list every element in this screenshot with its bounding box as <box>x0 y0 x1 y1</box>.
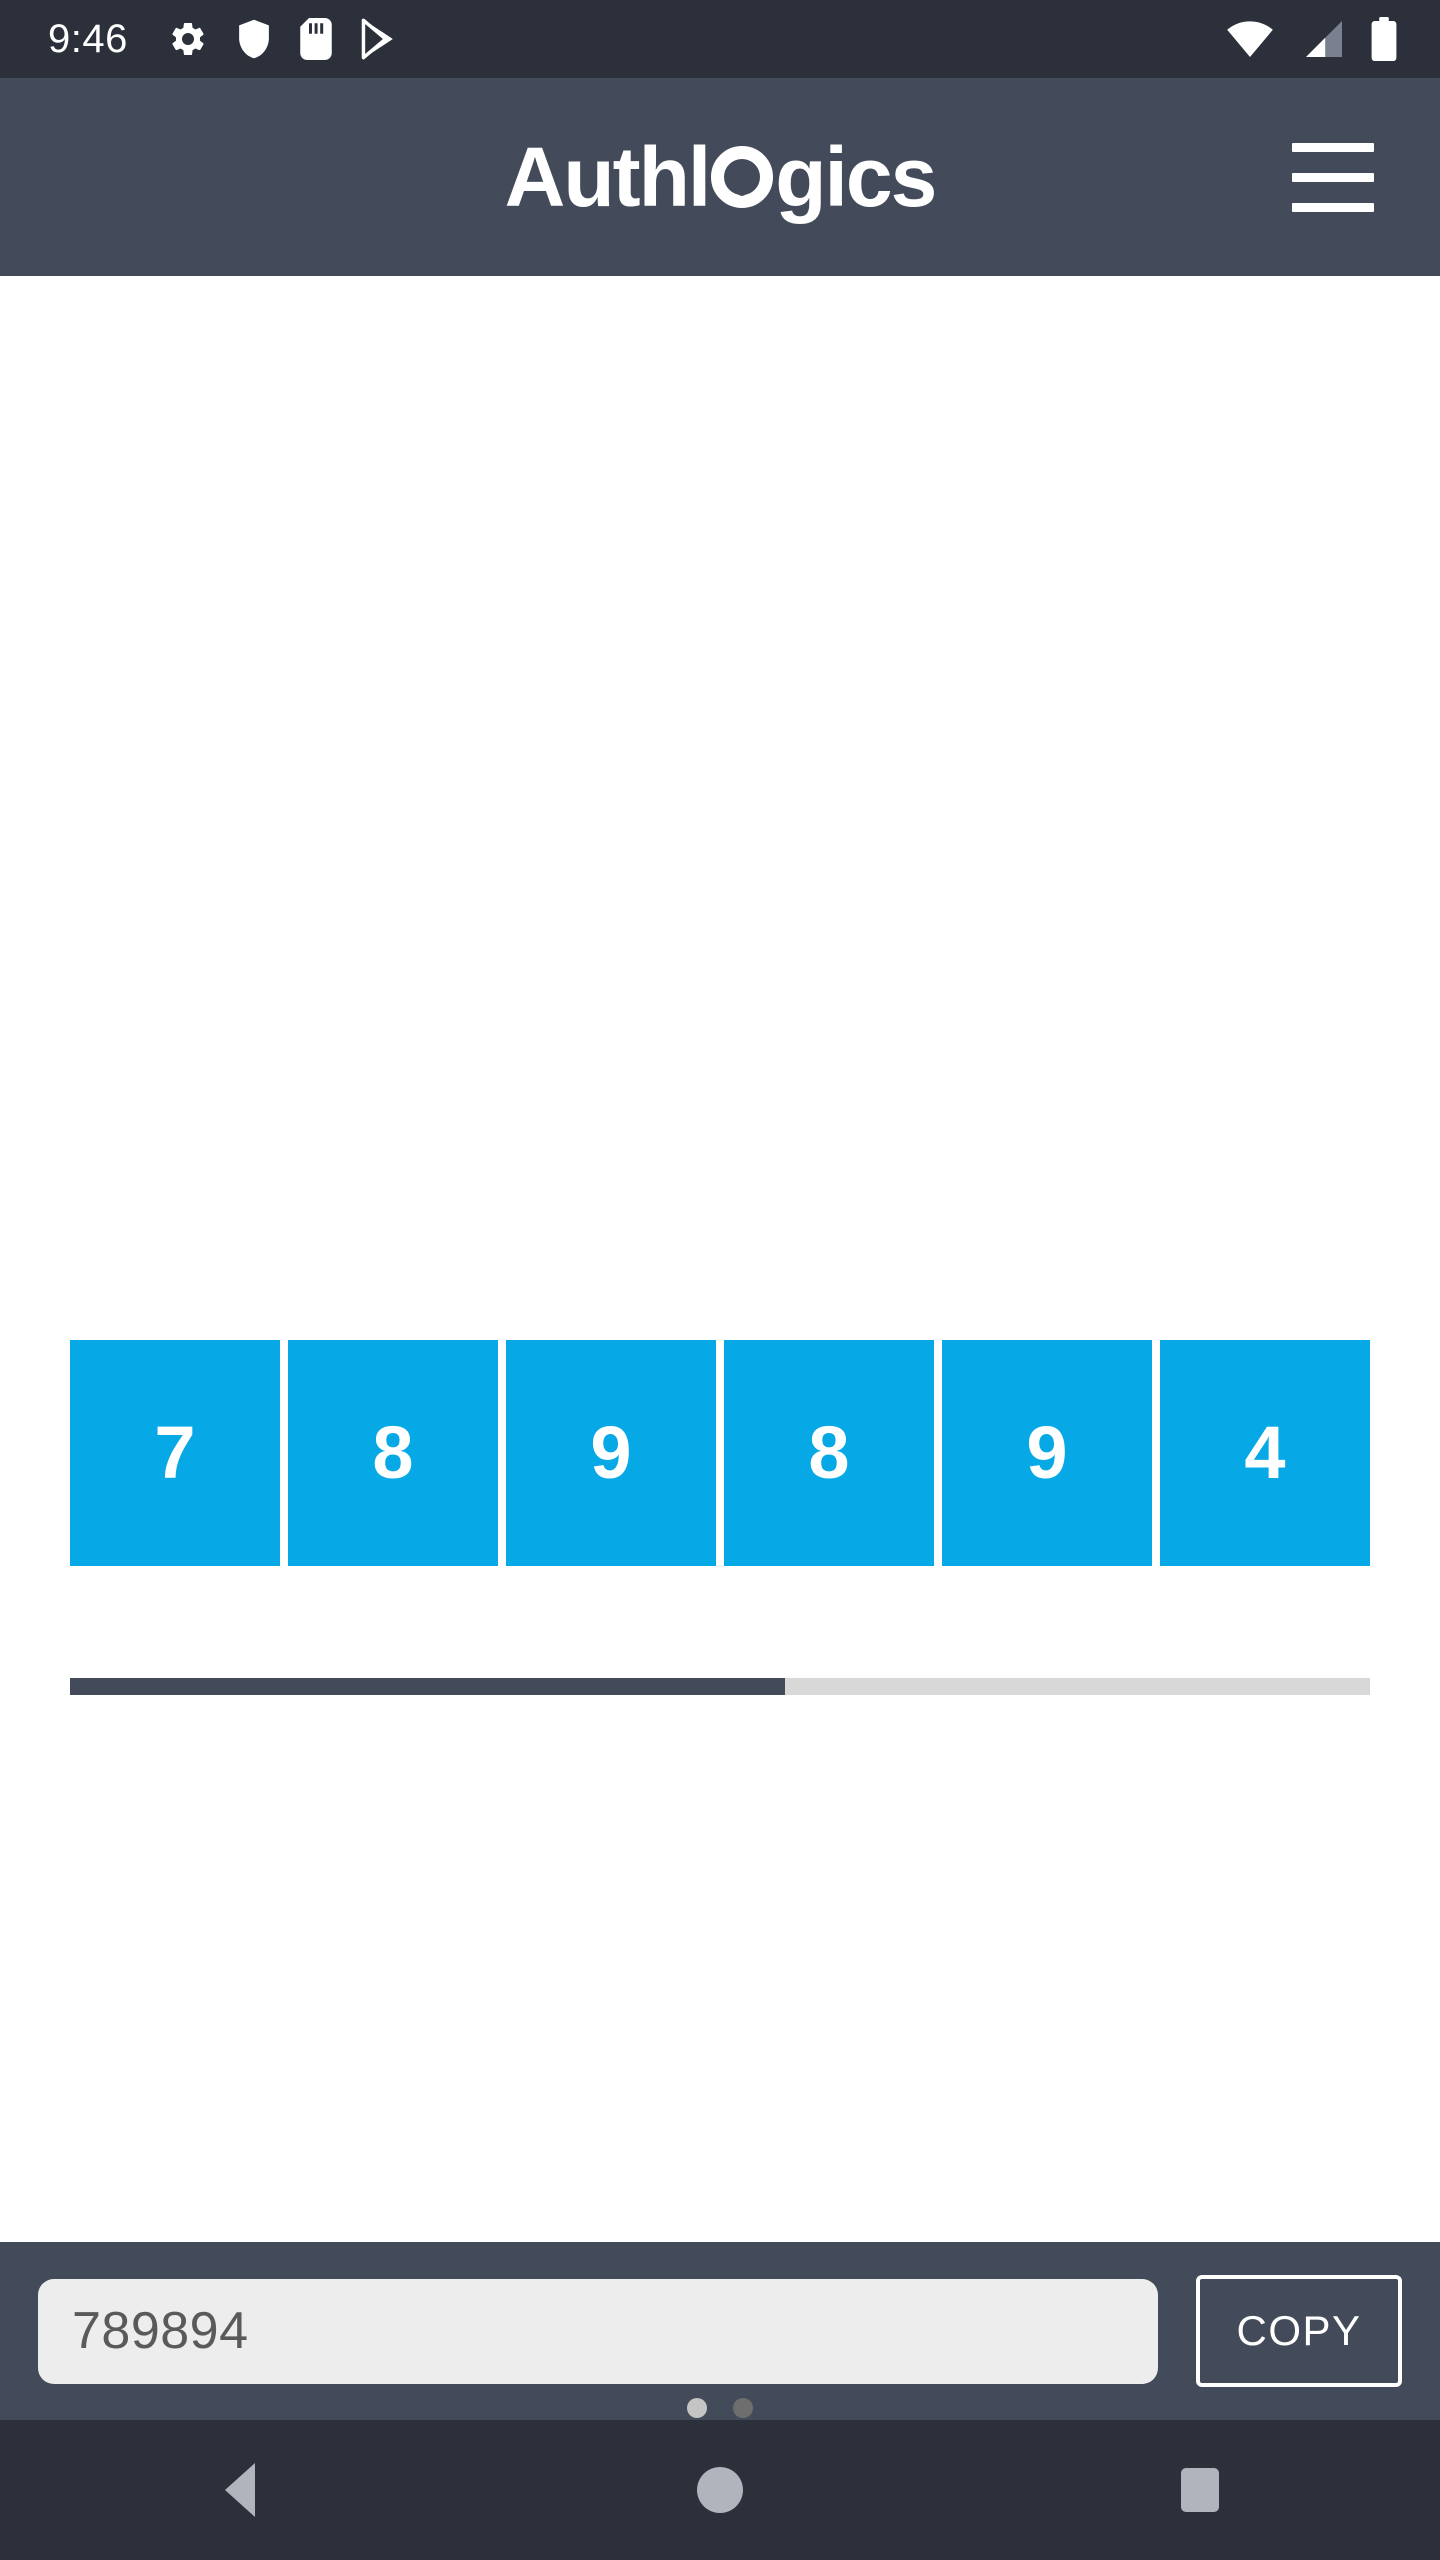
main-content: 7 8 9 8 9 4 <box>0 276 1440 2418</box>
menu-bar-bottom <box>1292 202 1374 212</box>
brand-wordmark: Authl gics <box>504 130 938 224</box>
back-triangle-icon <box>225 2463 255 2517</box>
play-store-icon <box>360 18 398 60</box>
otp-digit-tile[interactable]: 9 <box>942 1340 1152 1566</box>
wifi-icon <box>1226 19 1274 59</box>
otp-digit-value: 8 <box>808 1411 850 1494</box>
android-status-bar: 9:46 <box>0 0 1440 78</box>
otp-code-input[interactable] <box>38 2278 1158 2384</box>
battery-icon <box>1370 17 1398 61</box>
shield-icon <box>236 18 272 60</box>
home-circle-icon <box>697 2467 743 2513</box>
otp-digit-tile[interactable]: 4 <box>1160 1340 1370 1566</box>
otp-digit-value: 7 <box>154 1411 196 1494</box>
page-indicator <box>0 2398 1440 2418</box>
status-bar-clock: 9:46 <box>48 17 128 61</box>
status-bar-notification-icons <box>168 18 398 60</box>
brand-suffix: gics <box>775 130 937 224</box>
nav-recents-button[interactable] <box>1110 2420 1290 2560</box>
otp-digit-tile[interactable]: 7 <box>70 1340 280 1566</box>
authlogics-logo: Authl gics <box>0 135 1440 219</box>
gear-icon <box>168 19 208 59</box>
copy-button[interactable]: COPY <box>1196 2275 1402 2387</box>
otp-digit-value: 9 <box>590 1411 632 1494</box>
otp-digit-value: 9 <box>1026 1411 1068 1494</box>
menu-bar-middle <box>1292 172 1374 182</box>
otp-digit-tile[interactable]: 8 <box>288 1340 498 1566</box>
otp-expiry-progress-fill <box>70 1678 785 1695</box>
menu-bar-top <box>1292 142 1374 152</box>
sd-card-icon <box>300 18 332 60</box>
app-header: Authl gics <box>0 78 1440 276</box>
otp-panel: 7 8 9 8 9 4 <box>70 1340 1370 1695</box>
status-bar-system-icons <box>1226 17 1398 61</box>
otp-digit-tiles: 7 8 9 8 9 4 <box>70 1340 1370 1566</box>
otp-digit-tile[interactable]: 8 <box>724 1340 934 1566</box>
page-dot-2[interactable] <box>733 2398 753 2418</box>
otp-digit-value: 4 <box>1244 1411 1286 1494</box>
otp-expiry-progress-bar <box>70 1678 1370 1695</box>
android-navigation-bar <box>0 2420 1440 2560</box>
recents-square-icon <box>1181 2468 1219 2512</box>
page-dot-1[interactable] <box>687 2398 707 2418</box>
otp-digit-tile[interactable]: 9 <box>506 1340 716 1566</box>
brand-prefix: Authl <box>504 130 712 224</box>
keyhole-o-icon <box>711 146 774 208</box>
nav-home-button[interactable] <box>630 2420 810 2560</box>
nav-back-button[interactable] <box>150 2420 330 2560</box>
bottom-action-bar: COPY <box>0 2242 1440 2420</box>
otp-digit-value: 8 <box>372 1411 414 1494</box>
hamburger-menu-icon[interactable] <box>1278 122 1388 232</box>
phone-screen: 9:46 Authl gics 7 8 9 8 9 4 789894 COPY <box>0 0 1440 2560</box>
cellular-signal-icon <box>1300 19 1344 59</box>
